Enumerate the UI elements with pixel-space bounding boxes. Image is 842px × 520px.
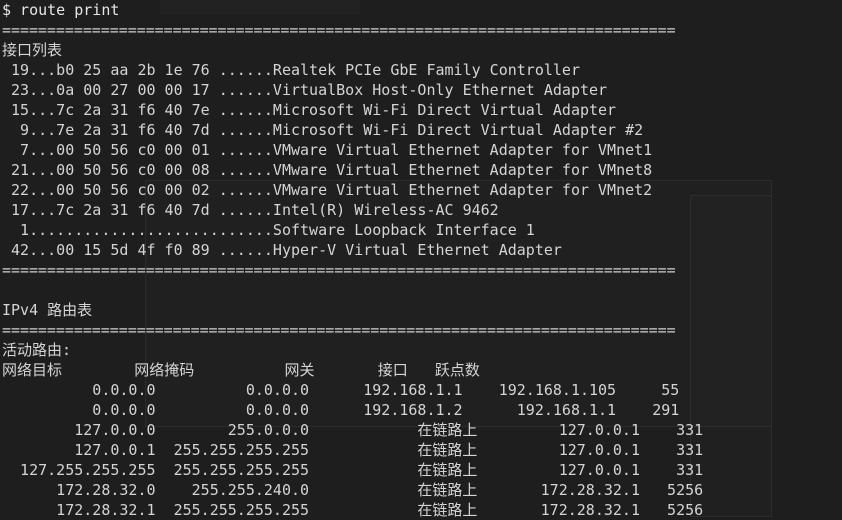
active-routes-label: 活动路由:: [2, 341, 72, 359]
ipv4-route-table-title: IPv4 路由表: [2, 301, 93, 319]
terminal-output: $ route print ==========================…: [0, 0, 842, 520]
interface-row: 15...7c 2a 31 f6 40 7e ......Microsoft W…: [2, 101, 617, 119]
route-row: 0.0.0.0 0.0.0.0 192.168.1.2 192.168.1.1 …: [2, 401, 680, 419]
route-row: 172.28.32.0 255.255.240.0 在链路上 172.28.32…: [2, 481, 704, 499]
interface-row: 42...00 15 5d 4f f0 89 ......Hyper-V Vir…: [2, 241, 562, 259]
divider-line: ========================================…: [2, 321, 676, 339]
interface-row: 7...00 50 56 c0 00 01 ......VMware Virtu…: [2, 141, 653, 159]
interface-list-title: 接口列表: [2, 41, 63, 59]
interface-row: 1...........................Software Loo…: [2, 221, 535, 239]
route-table-header: 网络目标 网络掩码 网关 接口 跃点数: [2, 361, 480, 379]
interface-row: 9...7e 2a 31 f6 40 7d ......Microsoft Wi…: [2, 121, 644, 139]
route-row: 127.255.255.255 255.255.255.255 在链路上 127…: [2, 461, 704, 479]
divider-line: ========================================…: [2, 261, 676, 279]
interface-row: 22...00 50 56 c0 00 02 ......VMware Virt…: [2, 181, 653, 199]
interface-row: 19...b0 25 aa 2b 1e 76 ......Realtek PCI…: [2, 61, 580, 79]
route-row: 127.0.0.1 255.255.255.255 在链路上 127.0.0.1…: [2, 441, 704, 459]
divider-line: ========================================…: [2, 21, 676, 39]
route-row: 0.0.0.0 0.0.0.0 192.168.1.1 192.168.1.10…: [2, 381, 680, 399]
interface-row: 17...7c 2a 31 f6 40 7d ......Intel(R) Wi…: [2, 201, 499, 219]
route-row: 172.28.32.1 255.255.255.255 在链路上 172.28.…: [2, 501, 704, 519]
route-row: 127.0.0.0 255.0.0.0 在链路上 127.0.0.1 331: [2, 421, 704, 439]
command-prompt-line: $ route print: [2, 1, 120, 19]
interface-row: 21...00 50 56 c0 00 08 ......VMware Virt…: [2, 161, 653, 179]
interface-row: 23...0a 00 27 00 00 17 ......VirtualBox …: [2, 81, 608, 99]
